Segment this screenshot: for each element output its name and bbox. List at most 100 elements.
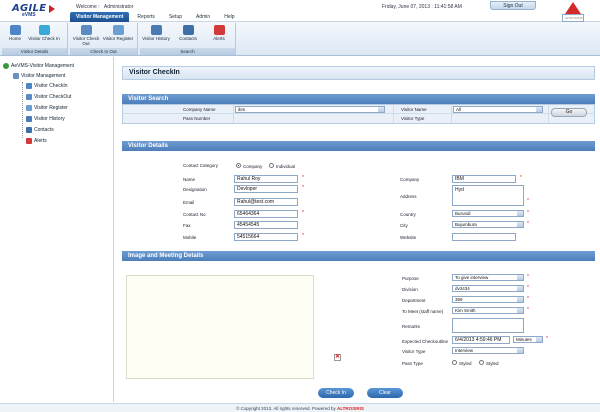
city-label: City xyxy=(400,223,408,228)
alerts-button[interactable]: Alerts xyxy=(204,23,234,47)
tree-item-alerts[interactable]: Alerts xyxy=(26,138,47,144)
pass-styled2-radio[interactable] xyxy=(479,360,484,365)
tree-item-label: Visitor CheckIn xyxy=(34,83,68,89)
tree-item-visitor-checkout[interactable]: Visitor CheckOut xyxy=(26,94,71,100)
ribbon-group-visitor-details: Home Visitor Check In Visitor Details xyxy=(2,23,68,55)
visitor-type-select[interactable]: Interview xyxy=(452,347,524,354)
contact-no-field[interactable]: 65464364 xyxy=(234,210,298,218)
tree-parent-visitor-management[interactable]: Visitor Management xyxy=(13,73,65,79)
purpose-select[interactable]: To give interview xyxy=(452,274,524,281)
pass-styled2-label: Styled xyxy=(486,361,499,366)
required-marker: * xyxy=(302,175,304,181)
menu-admin[interactable]: Admin xyxy=(190,12,216,22)
pass-type-label: Pass Type xyxy=(402,361,423,366)
checkout-icon xyxy=(26,94,32,100)
company-field[interactable]: IBM xyxy=(452,175,516,183)
visitor-details-header: Visitor Details xyxy=(122,141,595,151)
checkout-unit-select[interactable]: Minutes xyxy=(513,336,543,343)
contacts-button[interactable]: Contacts xyxy=(172,23,204,47)
pass-styled-radio[interactable] xyxy=(452,360,457,365)
tree-parent-label: Visitor Management xyxy=(21,73,66,79)
address-field[interactable]: Hyd xyxy=(452,185,524,206)
visitor-check-in-button[interactable]: Visitor Check In xyxy=(28,23,60,47)
required-marker: * xyxy=(527,210,529,216)
contacts-icon xyxy=(182,25,194,35)
visitor-photo-area[interactable] xyxy=(126,275,314,379)
history-label: Visitor History xyxy=(142,36,170,41)
name-field[interactable]: Rahul Roy xyxy=(234,175,298,183)
checkout-time-field[interactable]: 6/4/2013 4:59:46 PM xyxy=(452,336,510,344)
division-label: Division xyxy=(402,287,418,292)
category-company-label: Company xyxy=(243,164,263,169)
visitor-history-button[interactable]: Visitor History xyxy=(140,23,172,47)
logo-arrow-icon xyxy=(49,5,55,13)
category-individual-radio[interactable] xyxy=(269,163,274,168)
checkout-label: Expected Checkoutline xyxy=(402,339,449,344)
clear-button[interactable]: Clear xyxy=(367,388,403,398)
brand-text: ALTROSIRIS xyxy=(562,14,584,22)
tree-item-visitor-history[interactable]: Visitor History xyxy=(26,116,65,122)
company-name-select[interactable]: ibm xyxy=(235,106,385,113)
tree-item-label: Contacts xyxy=(34,127,54,133)
designation-field[interactable]: Devloper xyxy=(234,185,298,193)
department-select[interactable]: 369 xyxy=(452,296,524,303)
fax-label: Fax xyxy=(183,223,191,228)
menu-help[interactable]: Help xyxy=(218,12,240,22)
menu-visitor-management[interactable]: Visitor Management xyxy=(70,12,130,22)
alert-icon xyxy=(26,138,32,144)
required-marker: * xyxy=(302,185,304,191)
tree-item-visitor-register[interactable]: Visitor Register xyxy=(26,105,68,111)
check-in-label: Visitor Check In xyxy=(28,36,60,41)
home-label: Home xyxy=(8,36,21,41)
check-in-button[interactable]: Check In xyxy=(318,388,354,398)
welcome-label: Welcome : xyxy=(76,4,100,10)
to-meet-select[interactable]: Kim Smith xyxy=(452,307,524,314)
required-marker: * xyxy=(527,285,529,291)
menu-setup[interactable]: Setup xyxy=(163,12,188,22)
welcome-text: Welcome : Administrator xyxy=(76,4,133,10)
email-field[interactable]: Rahul@test.com xyxy=(234,198,298,206)
designation-label: Designation xyxy=(183,187,207,192)
divider xyxy=(393,105,394,123)
category-individual-label: Individual xyxy=(276,164,296,169)
menu-reports[interactable]: Reports xyxy=(131,12,161,22)
page-title: Visitor CheckIn xyxy=(122,66,595,80)
contact-category-label: Contact Category xyxy=(183,163,219,168)
photo-checkbox[interactable]: ✕ xyxy=(334,354,341,361)
navigation-tree: AeVMS-Visitor Management Visitor Managem… xyxy=(0,57,114,402)
go-button[interactable]: Go xyxy=(551,108,587,117)
tree-item-contacts[interactable]: Contacts xyxy=(26,127,54,133)
visitor-check-out-button[interactable]: Visitor Check Out xyxy=(70,23,102,47)
city-select[interactable]: Bujumbura xyxy=(452,221,524,228)
required-marker: * xyxy=(527,221,529,227)
required-marker: * xyxy=(527,307,529,313)
division-select[interactable]: dv3434 xyxy=(452,285,524,292)
footer-brand: ALTROSIRIS xyxy=(336,406,364,411)
visitor-search-table: Company Name ibm Visitor Name All Pass N… xyxy=(122,104,595,124)
main-menu: Visitor Management Reports Setup Admin H… xyxy=(70,12,241,22)
check-out-label: Visitor Check Out xyxy=(72,36,100,46)
group-title: Search xyxy=(140,48,235,55)
mobile-field[interactable]: 54515664 xyxy=(234,233,298,241)
fax-field[interactable]: 45454545 xyxy=(234,221,298,229)
tree-item-visitor-checkin[interactable]: Visitor CheckIn xyxy=(26,83,68,89)
globe-icon xyxy=(3,63,9,69)
tree-item-label: Alerts xyxy=(34,138,47,144)
required-marker: * xyxy=(520,175,522,181)
home-button[interactable]: Home xyxy=(2,23,28,47)
country-select[interactable]: Burundi xyxy=(452,210,524,217)
required-marker: * xyxy=(527,274,529,280)
visitor-name-select[interactable]: All xyxy=(453,106,543,113)
tree-root[interactable]: AeVMS-Visitor Management xyxy=(3,63,74,69)
remarks-field[interactable] xyxy=(452,318,524,333)
app-header: AGILE eVMS Welcome : Administrator Frida… xyxy=(0,0,600,22)
folder-icon xyxy=(13,73,19,79)
company-label: Company xyxy=(400,177,420,182)
visitor-register-button[interactable]: Visitor Register xyxy=(102,23,134,47)
sign-out-button[interactable]: Sign Out xyxy=(490,1,536,10)
website-field[interactable] xyxy=(452,233,516,241)
ribbon-toolbar: Home Visitor Check In Visitor Details Vi… xyxy=(0,22,600,56)
category-company-radio[interactable] xyxy=(236,163,241,168)
department-label: Department xyxy=(402,298,426,303)
divider xyxy=(233,105,234,123)
